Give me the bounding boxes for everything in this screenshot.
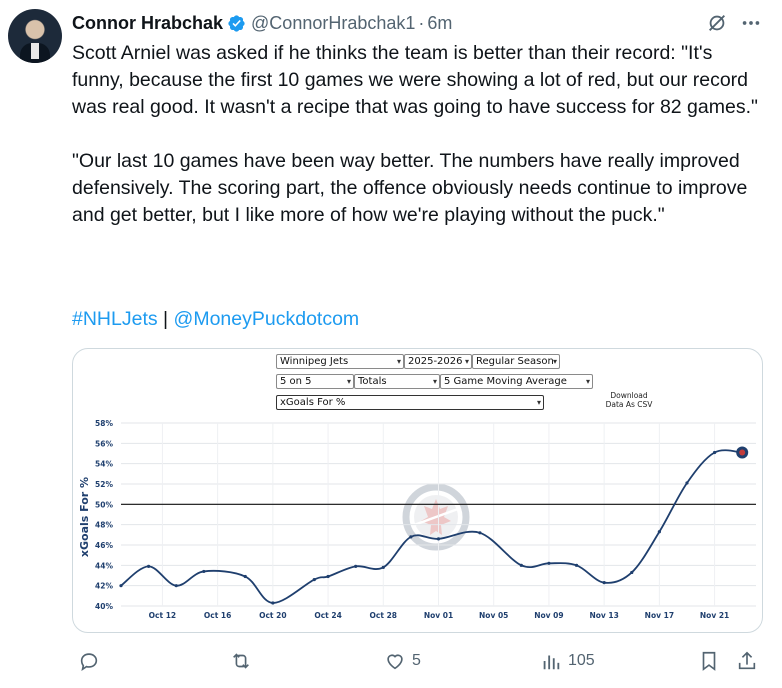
data-point (547, 561, 551, 565)
mention-link[interactable]: @MoneyPuckdotcom (174, 308, 360, 330)
data-point (271, 601, 275, 605)
y-tick-label: 58% (95, 419, 113, 428)
y-tick-label: 40% (95, 602, 113, 611)
share-button[interactable] (736, 650, 758, 672)
x-tick-label: Nov 13 (589, 611, 618, 620)
reply-button[interactable] (78, 650, 106, 672)
y-tick-label: 50% (95, 500, 113, 509)
data-point (354, 564, 358, 568)
view-count: 105 (568, 652, 595, 669)
x-tick-label: Oct 20 (259, 611, 286, 620)
data-point (147, 564, 151, 568)
x-tick-label: Nov 01 (424, 611, 453, 620)
data-point (436, 537, 441, 541)
data-point (174, 584, 178, 588)
tweet-header: Connor Hrabchak @ConnorHrabchak1 · 6m (72, 12, 452, 34)
x-tick-label: Oct 12 (149, 611, 176, 620)
x-tick-label: Oct 24 (314, 611, 341, 620)
heart-icon (387, 654, 403, 670)
data-point (519, 563, 523, 567)
tweet-tags: #NHLJets | @MoneyPuckdotcom (72, 308, 359, 331)
data-point (409, 535, 413, 539)
avatar-shirt (31, 43, 39, 59)
post-time[interactable]: 6m (427, 13, 452, 34)
x-tick-label: Oct 16 (204, 611, 231, 620)
repost-icon (233, 653, 249, 669)
x-tick-label: Nov 21 (700, 611, 729, 620)
data-point (119, 584, 123, 588)
author-avatar[interactable] (8, 9, 62, 63)
y-axis-label: xGoals For % (78, 477, 91, 557)
data-point (202, 569, 206, 574)
x-tick-label: Nov 09 (534, 611, 563, 620)
views-button[interactable]: 105 (540, 650, 595, 672)
tweet-paragraph-2: "Our last 10 games have been way better.… (72, 150, 753, 226)
verified-badge-icon (227, 14, 246, 33)
more-options-icon[interactable] (740, 12, 762, 34)
tweet-actions-bar: 5 105 (72, 648, 762, 678)
data-point (312, 577, 316, 582)
author-handle[interactable]: @ConnorHrabchak1 (251, 13, 415, 34)
tweet-body: Scott Arniel was asked if he thinks the … (72, 40, 762, 229)
reply-icon (80, 653, 98, 672)
x-tick-label: Nov 17 (645, 611, 674, 620)
xgoals-line-chart: xGoals For % 40% 42% 44% 46% 48% 50% 52% 54% 56%… (78, 419, 756, 620)
x-tick-label: Nov 05 (479, 611, 508, 620)
bookmark-button[interactable] (698, 650, 720, 672)
repost-button[interactable] (230, 650, 258, 672)
data-point (685, 481, 689, 485)
data-point (602, 581, 606, 585)
y-tick-label: 42% (95, 582, 113, 591)
views-icon (543, 655, 560, 670)
data-point (712, 450, 717, 455)
bookmark-icon (702, 651, 716, 671)
y-tick-label: 56% (95, 439, 113, 448)
share-icon (738, 651, 756, 670)
attached-chart-image[interactable]: Winnipeg Jets ▾ 2025-2026 ▾ Regular Season… (72, 348, 763, 633)
grok-icon[interactable] (706, 12, 728, 34)
hashtag-link[interactable]: #NHLJets (72, 308, 158, 330)
data-point (657, 530, 661, 534)
data-point (326, 574, 330, 579)
author-name[interactable]: Connor Hrabchak (72, 13, 223, 34)
separator-dot: · (418, 12, 425, 33)
data-point (630, 570, 634, 575)
x-tick-label: Oct 28 (370, 611, 397, 620)
y-tick-label: 48% (95, 521, 113, 530)
y-tick-label: 52% (95, 480, 113, 489)
like-button[interactable]: 5 (384, 650, 421, 672)
data-point (574, 563, 579, 567)
data-point (243, 574, 247, 579)
tag-divider: | (163, 308, 169, 330)
like-count: 5 (412, 652, 421, 669)
y-tick-label: 54% (95, 460, 113, 469)
last-game-team-logo-center (739, 449, 746, 456)
y-tick-label: 44% (95, 561, 113, 570)
data-point (381, 565, 385, 569)
header-actions (706, 12, 762, 34)
data-point (478, 531, 482, 535)
tweet-paragraph-1: Scott Arniel was asked if he thinks the … (72, 42, 758, 118)
y-tick-label: 46% (95, 541, 113, 550)
